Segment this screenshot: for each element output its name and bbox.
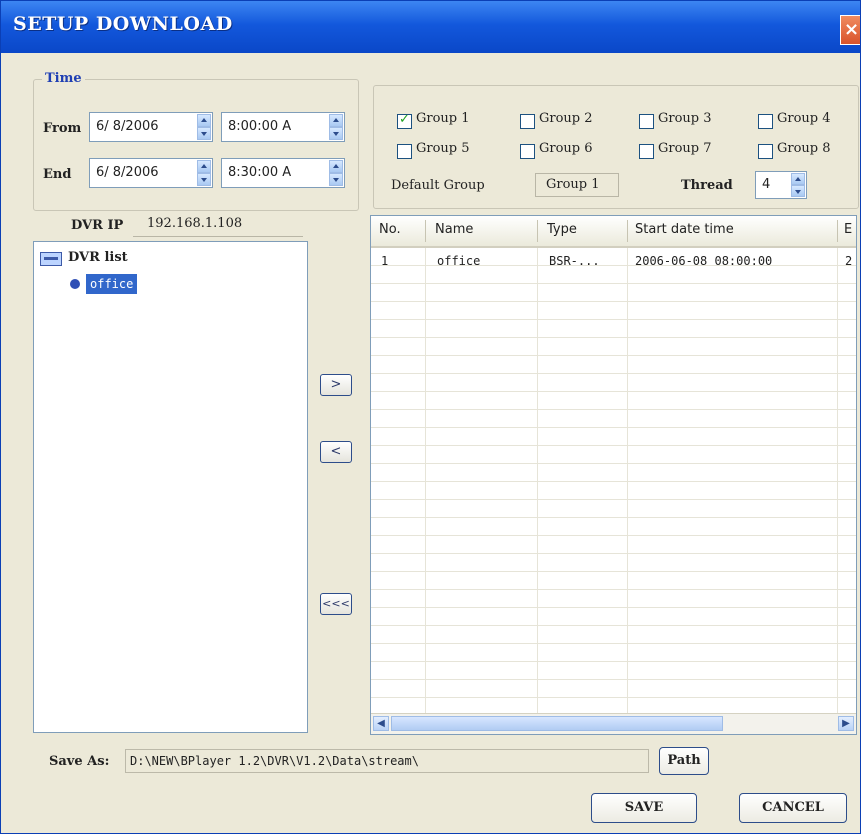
group-5-label: Group 5 [416, 141, 470, 156]
grid-line [537, 248, 538, 714]
default-group-field: Group 1 [535, 173, 619, 197]
col-type-header[interactable]: Type [547, 222, 577, 237]
remove-button[interactable]: < [320, 441, 352, 463]
from-time-value: 8:00:00 A [228, 119, 292, 134]
column-separator[interactable] [537, 220, 538, 242]
time-legend: Time [42, 71, 85, 86]
col-no-header[interactable]: No. [379, 222, 401, 237]
dvr-list-icon [40, 252, 62, 266]
group-3-label: Group 3 [658, 111, 712, 126]
group-1-checkbox[interactable] [397, 112, 412, 129]
grid-line [425, 248, 426, 714]
tree-item-office[interactable]: office [86, 274, 138, 294]
row-1-start[interactable]: 2006-06-08 08:00:00 [635, 254, 772, 268]
path-button[interactable]: Path [659, 747, 709, 775]
scroll-thumb[interactable] [391, 716, 723, 731]
spin-up-icon[interactable] [329, 114, 343, 127]
from-time-spinner[interactable] [329, 114, 343, 140]
spin-down-icon[interactable] [197, 127, 211, 140]
end-time-input[interactable]: 8:30:00 A [221, 158, 345, 188]
spin-up-icon[interactable] [197, 114, 211, 127]
scroll-right-icon[interactable]: ▶ [838, 716, 854, 731]
grid-line [627, 248, 628, 714]
column-separator[interactable] [627, 220, 628, 242]
time-groupbox: Time [33, 71, 359, 211]
group-2-label: Group 2 [539, 111, 593, 126]
list-grid [371, 248, 856, 714]
col-name-header[interactable]: Name [435, 222, 473, 237]
close-button[interactable]: × [840, 15, 860, 45]
end-date-value: 6/ 8/2006 [96, 165, 159, 180]
group-5-checkbox[interactable] [397, 144, 412, 159]
group-3-checkbox[interactable] [639, 114, 654, 129]
window-title: SETUP DOWNLOAD [13, 13, 233, 35]
spin-down-icon[interactable] [791, 185, 805, 197]
end-date-spinner[interactable] [197, 160, 211, 186]
group-6-checkbox[interactable] [520, 144, 535, 159]
group-8-label: Group 8 [777, 141, 831, 156]
column-separator[interactable] [837, 220, 838, 242]
row-1-name[interactable]: office [437, 254, 480, 268]
setup-download-dialog: SETUP DOWNLOAD × Time From 6/ 8/2006 8:0… [0, 0, 861, 834]
spin-down-icon[interactable] [329, 127, 343, 140]
spin-up-icon[interactable] [197, 160, 211, 173]
group-4-checkbox[interactable] [758, 114, 773, 129]
dvr-tree-panel[interactable]: DVR list office [33, 241, 308, 733]
row-1-end[interactable]: 2 [845, 254, 852, 268]
end-time-value: 8:30:00 A [228, 165, 292, 180]
thread-input[interactable]: 4 [755, 171, 807, 199]
group-6-label: Group 6 [539, 141, 593, 156]
tree-root-label[interactable]: DVR list [68, 250, 128, 265]
remove-all-button[interactable]: <<< [320, 593, 352, 615]
horizontal-scrollbar[interactable]: ◀ ▶ [371, 713, 856, 734]
group-7-label: Group 7 [658, 141, 712, 156]
save-as-label: Save As: [49, 754, 110, 769]
spin-down-icon[interactable] [197, 173, 211, 186]
thread-spinner[interactable] [791, 173, 805, 197]
thread-value: 4 [762, 177, 771, 192]
group-4-label: Group 4 [777, 111, 831, 126]
col-end-header[interactable]: E [844, 222, 852, 237]
dvr-ip-field: 192.168.1.108 [133, 213, 303, 237]
grid-line [837, 248, 838, 714]
end-label: End [43, 167, 72, 182]
spin-up-icon[interactable] [329, 160, 343, 173]
thread-label: Thread [681, 178, 733, 193]
from-label: From [43, 121, 82, 136]
from-date-spinner[interactable] [197, 114, 211, 140]
row-1-type[interactable]: BSR-... [549, 254, 600, 268]
save-path-field: D:\NEW\BPlayer 1.2\DVR\V1.2\Data\stream\ [125, 749, 649, 773]
spin-up-icon[interactable] [791, 173, 805, 185]
dvr-ip-label: DVR IP [71, 218, 124, 233]
scroll-left-icon[interactable]: ◀ [373, 716, 389, 731]
from-date-value: 6/ 8/2006 [96, 119, 159, 134]
group-1-label: Group 1 [416, 111, 470, 126]
cancel-button[interactable]: CANCEL [739, 793, 847, 823]
col-start-header[interactable]: Start date time [635, 222, 734, 237]
save-button[interactable]: SAVE [591, 793, 697, 823]
list-header: No. Name Type Start date time E [371, 216, 856, 248]
spin-down-icon[interactable] [329, 173, 343, 186]
group-2-checkbox[interactable] [520, 114, 535, 129]
from-time-input[interactable]: 8:00:00 A [221, 112, 345, 142]
title-bar[interactable]: SETUP DOWNLOAD × [1, 1, 860, 53]
end-time-spinner[interactable] [329, 160, 343, 186]
group-8-checkbox[interactable] [758, 144, 773, 159]
dvr-node-icon [70, 279, 80, 289]
row-1-no[interactable]: 1 [381, 254, 388, 268]
from-date-input[interactable]: 6/ 8/2006 [89, 112, 213, 142]
column-separator[interactable] [425, 220, 426, 242]
end-date-input[interactable]: 6/ 8/2006 [89, 158, 213, 188]
group-7-checkbox[interactable] [639, 144, 654, 159]
default-group-label: Default Group [391, 178, 485, 193]
download-list[interactable]: No. Name Type Start date time E 1 office… [370, 215, 857, 735]
add-button[interactable]: > [320, 374, 352, 396]
